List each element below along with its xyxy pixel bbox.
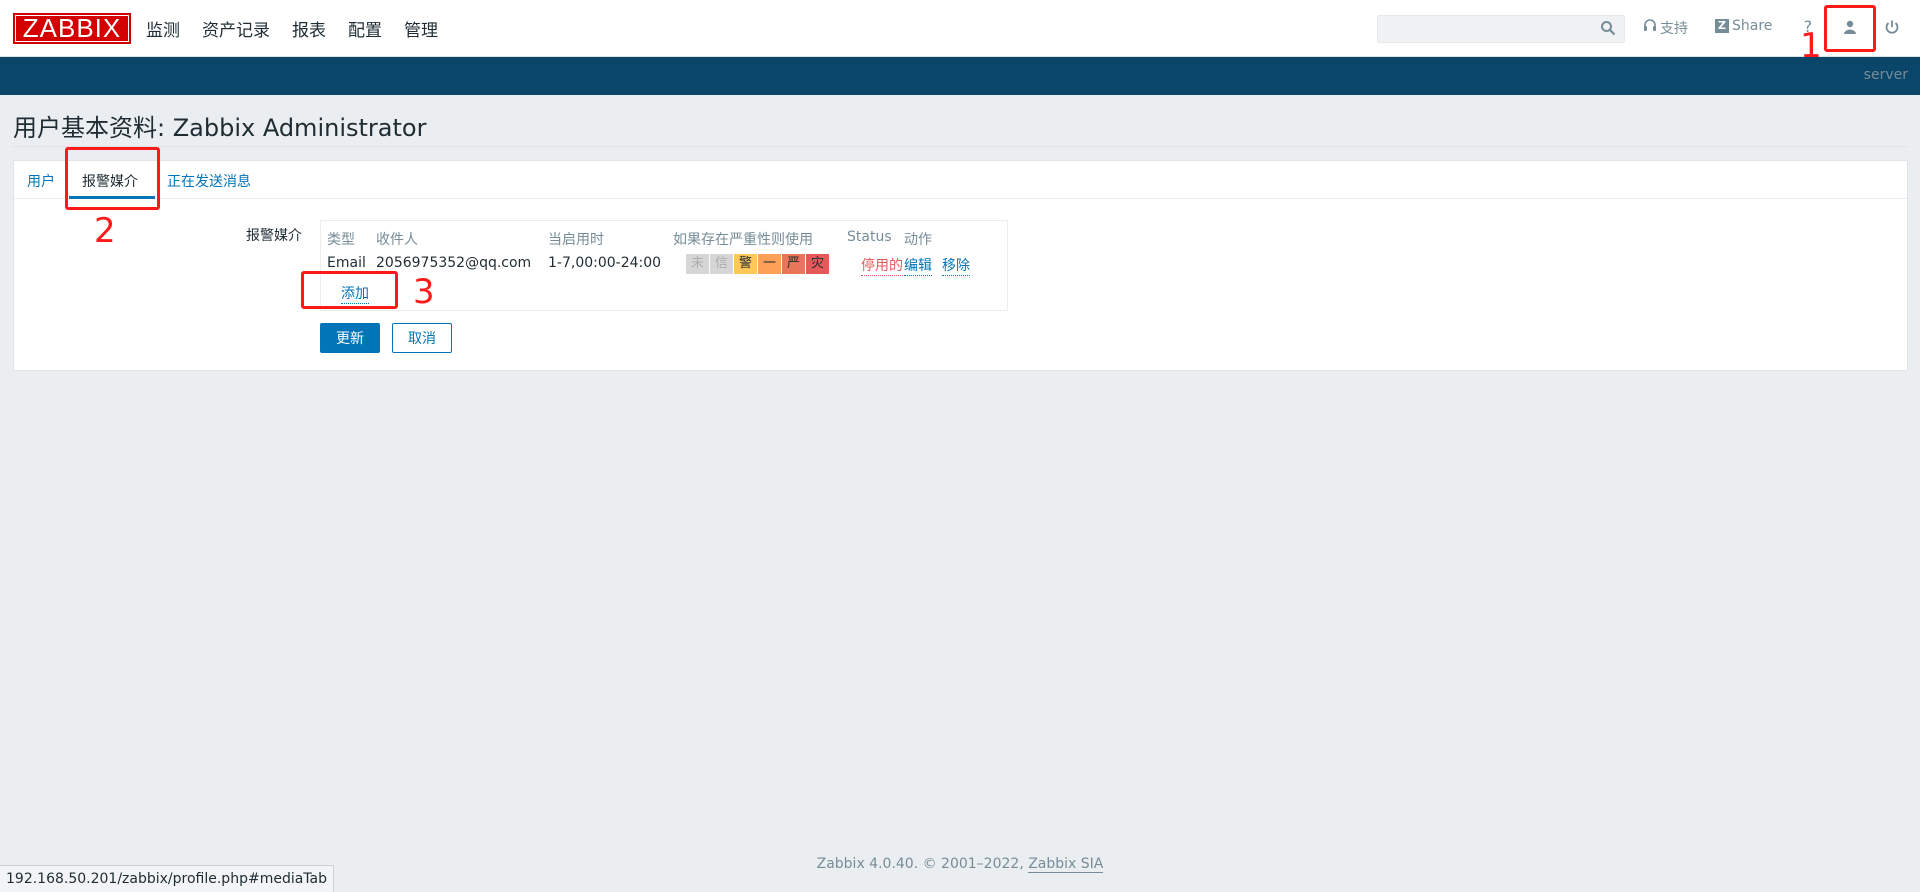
severity-information: 信 — [710, 254, 734, 274]
nav-item-administration[interactable]: 管理 — [404, 16, 438, 41]
profile-form-panel: 用户 报警媒介 正在发送消息 报警媒介 类型 收件人 当启用时 如果存在严重性则… — [13, 160, 1908, 371]
top-header: ZABBIX 监测 资产记录 报表 配置 管理 支持 Z Share ? — [0, 0, 1920, 57]
media-status-link[interactable]: 停用的 — [861, 255, 903, 276]
zabbix-share-icon: Z — [1715, 19, 1729, 33]
tab-bar: 用户 报警媒介 正在发送消息 — [14, 161, 1907, 199]
annotation-box-3 — [301, 271, 398, 309]
page-title: 用户基本资料: Zabbix Administrator — [13, 114, 427, 142]
search-icon[interactable] — [1600, 20, 1618, 38]
col-header-when-active: 当启用时 — [548, 232, 604, 248]
remove-media-link[interactable]: 移除 — [942, 255, 970, 276]
annotation-number-1: 1 — [1800, 26, 1822, 66]
col-header-type: 类型 — [327, 232, 355, 248]
browser-status-url: 192.168.50.201/zabbix/profile.php#mediaT… — [0, 865, 334, 892]
server-name: server — [1863, 67, 1908, 83]
logout-icon[interactable] — [1880, 15, 1904, 39]
col-header-status: Status — [847, 229, 892, 245]
media-field-label: 报警媒介 — [246, 228, 302, 244]
col-header-severity: 如果存在严重性则使用 — [673, 232, 813, 248]
annotation-box-2 — [65, 147, 160, 210]
tab-messaging[interactable]: 正在发送消息 — [167, 171, 251, 191]
nav-item-configuration[interactable]: 配置 — [348, 16, 382, 41]
annotation-number-2: 2 — [94, 211, 116, 251]
search-input[interactable] — [1378, 16, 1624, 42]
severity-high: 严 — [782, 254, 806, 274]
share-label: Share — [1732, 18, 1773, 34]
search-box — [1377, 15, 1625, 43]
support-link[interactable]: 支持 — [1643, 18, 1688, 38]
tab-user[interactable]: 用户 — [27, 171, 55, 191]
zabbix-logo[interactable]: ZABBIX — [13, 13, 131, 44]
footer-vendor-link[interactable]: Zabbix SIA — [1028, 856, 1104, 873]
annotation-number-3: 3 — [413, 272, 435, 312]
media-type: Email — [327, 255, 366, 271]
footer-text: Zabbix 4.0.40. © 2001–2022, — [816, 856, 1024, 872]
server-bar: server — [0, 57, 1920, 95]
col-header-actions: 动作 — [904, 232, 932, 248]
edit-media-link[interactable]: 编辑 — [904, 255, 932, 276]
share-link[interactable]: Z Share — [1715, 18, 1772, 34]
severity-warning: 警 — [734, 254, 758, 274]
update-button[interactable]: 更新 — [320, 323, 380, 353]
severity-average: 一 — [758, 254, 782, 274]
media-recipient: 2056975352@qq.com — [376, 255, 532, 271]
nav-item-inventory[interactable]: 资产记录 — [202, 16, 270, 41]
cancel-button[interactable]: 取消 — [392, 323, 452, 353]
severity-disaster: 灾 — [806, 254, 830, 274]
title-divider — [13, 146, 1907, 147]
media-when-active: 1-7,00:00-24:00 — [548, 255, 662, 271]
annotation-box-1 — [1824, 5, 1876, 52]
col-header-recipient: 收件人 — [376, 232, 418, 248]
nav-item-monitoring[interactable]: 监测 — [146, 16, 180, 41]
severity-not-classified: 未 — [686, 254, 710, 274]
support-label: 支持 — [1660, 21, 1688, 37]
main-nav: 监测 资产记录 报表 配置 管理 — [146, 0, 460, 57]
severity-bar: 未 信 警 一 严 灾 — [686, 254, 830, 274]
nav-item-reports[interactable]: 报表 — [292, 16, 326, 41]
headset-icon — [1643, 19, 1657, 37]
